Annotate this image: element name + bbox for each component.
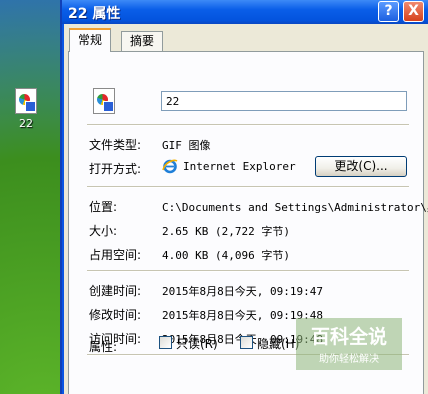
help-button[interactable]: ?: [378, 1, 399, 22]
created-label: 创建时间:: [89, 284, 142, 298]
desktop-file-item[interactable]: 22: [6, 88, 46, 130]
title-bar[interactable]: 22 属性 ? X: [62, 0, 428, 24]
file-name-input[interactable]: [161, 91, 407, 111]
separator: [87, 270, 409, 272]
created-value: 2015年8月8日今天, 09:19:47: [162, 285, 323, 298]
modified-label: 修改时间:: [89, 308, 142, 322]
tab-general[interactable]: 常规: [69, 28, 112, 52]
tab-summary[interactable]: 摘要: [121, 31, 164, 51]
open-with-value: Internet Explorer: [183, 160, 296, 173]
watermark-title: 百科全说: [310, 326, 387, 348]
file-type-value: GIF 图像: [162, 139, 211, 152]
gif-file-icon[interactable]: [15, 88, 37, 114]
watermark-subtitle: 助你轻松解决: [319, 354, 379, 365]
separator: [87, 124, 409, 126]
size-label: 大小:: [89, 224, 118, 238]
window-title: 22 属性: [68, 6, 121, 22]
file-type-label: 文件类型:: [89, 138, 142, 152]
readonly-label[interactable]: 只读(R): [176, 335, 218, 352]
watermark-logo: 百科全说 助你轻松解决: [296, 318, 402, 370]
size-on-disk-label: 占用空间:: [89, 248, 142, 262]
size-value: 2.65 KB (2,722 字节): [162, 225, 290, 238]
close-button[interactable]: X: [403, 1, 424, 22]
separator: [87, 186, 409, 188]
gif-file-icon: [93, 88, 115, 114]
change-button[interactable]: 更改(C)...: [315, 156, 407, 177]
location-value: C:\Documents and Settings\Administrator\…: [162, 201, 428, 214]
size-on-disk-value: 4.00 KB (4,096 字节): [162, 249, 290, 262]
attributes-label: 属性:: [89, 340, 118, 354]
hidden-checkbox[interactable]: [240, 336, 253, 349]
ie-icon: [162, 159, 178, 174]
readonly-checkbox[interactable]: [159, 336, 172, 349]
open-with-label: 打开方式:: [89, 162, 142, 176]
hidden-label[interactable]: 隐藏(H): [257, 335, 299, 352]
desktop-file-label[interactable]: 22: [6, 117, 46, 130]
location-label: 位置:: [89, 200, 118, 214]
